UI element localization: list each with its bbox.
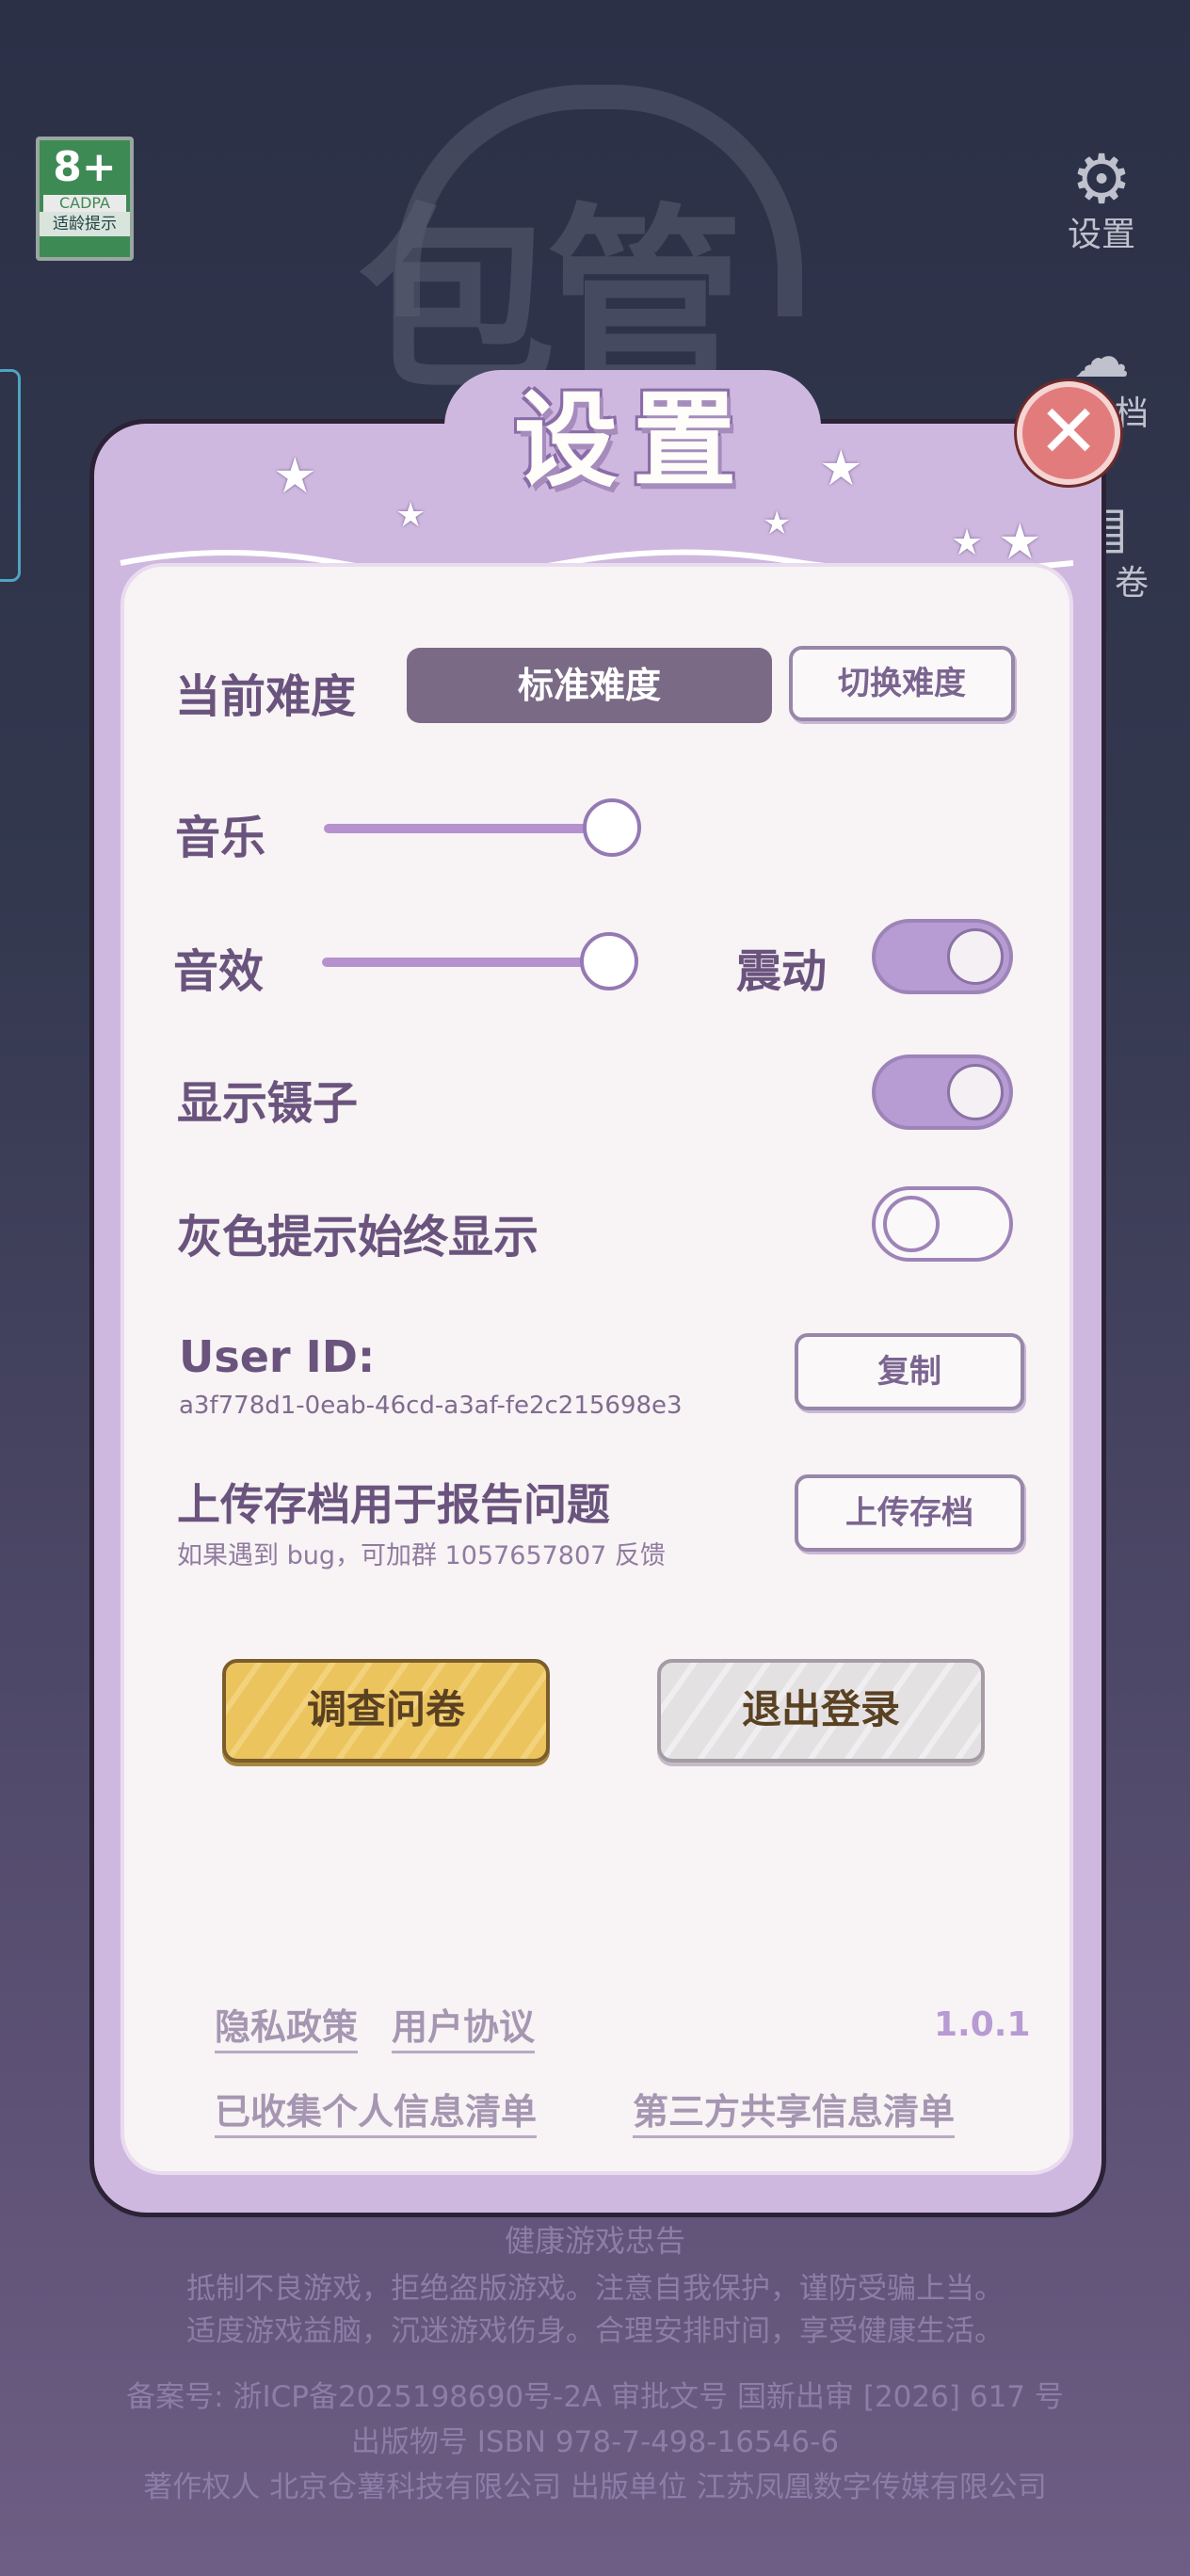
vibration-toggle[interactable]	[872, 919, 1013, 994]
age-rating-badge[interactable]: 8+ CADPA 适龄提示	[36, 137, 134, 261]
title-badge: 设置	[444, 370, 821, 521]
gear-icon: ⚙	[1070, 139, 1133, 218]
gray-hint-toggle[interactable]	[872, 1186, 1013, 1262]
age-rating-tip: 适龄提示	[40, 212, 130, 236]
star-decoration: ★	[395, 496, 426, 535]
age-rating-org: CADPA	[43, 195, 126, 212]
user-id-label: User ID:	[179, 1331, 376, 1382]
vibration-label: 震动	[736, 945, 828, 998]
settings-content: 当前难度 标准难度 切换难度 音乐 音效 震动 显示镊子 灰色提示始终显示 Us…	[121, 563, 1073, 2175]
left-edge-tab	[0, 369, 21, 582]
toggle-knob	[947, 928, 1004, 985]
switch-difficulty-button[interactable]: 切换难度	[789, 646, 1015, 721]
upload-save-button[interactable]: 上传存档	[795, 1474, 1024, 1552]
sfx-slider-track[interactable]	[322, 958, 614, 967]
user-agreement-link[interactable]: 用户协议	[392, 2004, 536, 2053]
logout-button[interactable]: 退出登录	[657, 1659, 985, 1763]
settings-side-label: 设置	[1067, 216, 1135, 254]
isbn-info: 出版物号 ISBN 978-7-498-16546-6	[350, 2425, 840, 2459]
upload-hint: 如果遇到 bug，可加群 1057657807 反馈	[177, 1541, 666, 1570]
difficulty-label: 当前难度	[175, 670, 357, 723]
show-tweezers-label: 显示镊子	[177, 1077, 359, 1130]
settings-side-button[interactable]: ⚙ 设置	[1054, 141, 1149, 254]
third-party-info-link[interactable]: 第三方共享信息清单	[633, 2088, 956, 2138]
music-slider-track[interactable]	[324, 824, 616, 833]
user-id-value: a3f778d1-0eab-46cd-a3af-fe2c215698e3	[179, 1392, 683, 1420]
toggle-knob	[947, 1064, 1004, 1120]
version-number: 1.0.1	[934, 2005, 1031, 2044]
toggle-knob	[883, 1196, 940, 1252]
privacy-policy-link[interactable]: 隐私政策	[215, 2004, 359, 2053]
survey-button[interactable]: 调查问卷	[222, 1659, 550, 1763]
star-decoration: ★	[819, 441, 863, 497]
show-tweezers-toggle[interactable]	[872, 1055, 1013, 1130]
health-notice-line: 抵制不良游戏，拒绝盗版游戏。注意自我保护，谨防受骗上当。	[186, 2272, 1004, 2306]
copy-button[interactable]: 复制	[795, 1333, 1024, 1410]
collected-info-link[interactable]: 已收集个人信息清单	[215, 2088, 538, 2138]
music-slider-knob[interactable]	[583, 798, 641, 857]
sfx-label: 音效	[173, 945, 265, 998]
age-rating-number: 8+	[53, 143, 117, 191]
copyright-info: 著作权人 北京仓薯科技有限公司 出版单位 江苏凤凰数字传媒有限公司	[143, 2471, 1047, 2504]
dialog-title: 设置	[514, 380, 751, 501]
current-difficulty: 标准难度	[407, 648, 772, 723]
settings-dialog: 设置 ★ ★ ★ ★ ★ ★ 当前难度 标准难度 切换难度 音乐 音效 震动 显…	[89, 370, 1106, 2217]
music-label: 音乐	[175, 812, 266, 864]
close-icon: ✕	[1037, 390, 1100, 475]
close-button[interactable]: ✕	[1017, 381, 1120, 485]
gray-hint-label: 灰色提示始终显示	[177, 1211, 539, 1264]
health-notice-title: 健康游戏忠告	[504, 2223, 685, 2259]
registration-info: 备案号: 浙ICP备2025198690号-2A 审批文号 国新出审 [2026…	[126, 2380, 1064, 2414]
upload-label: 上传存档用于报告问题	[177, 1479, 610, 1530]
star-decoration: ★	[273, 448, 317, 505]
health-notice-line: 适度游戏益脑，沉迷游戏伤身。合理安排时间，享受健康生活。	[186, 2314, 1004, 2348]
sfx-slider-knob[interactable]	[580, 932, 638, 990]
